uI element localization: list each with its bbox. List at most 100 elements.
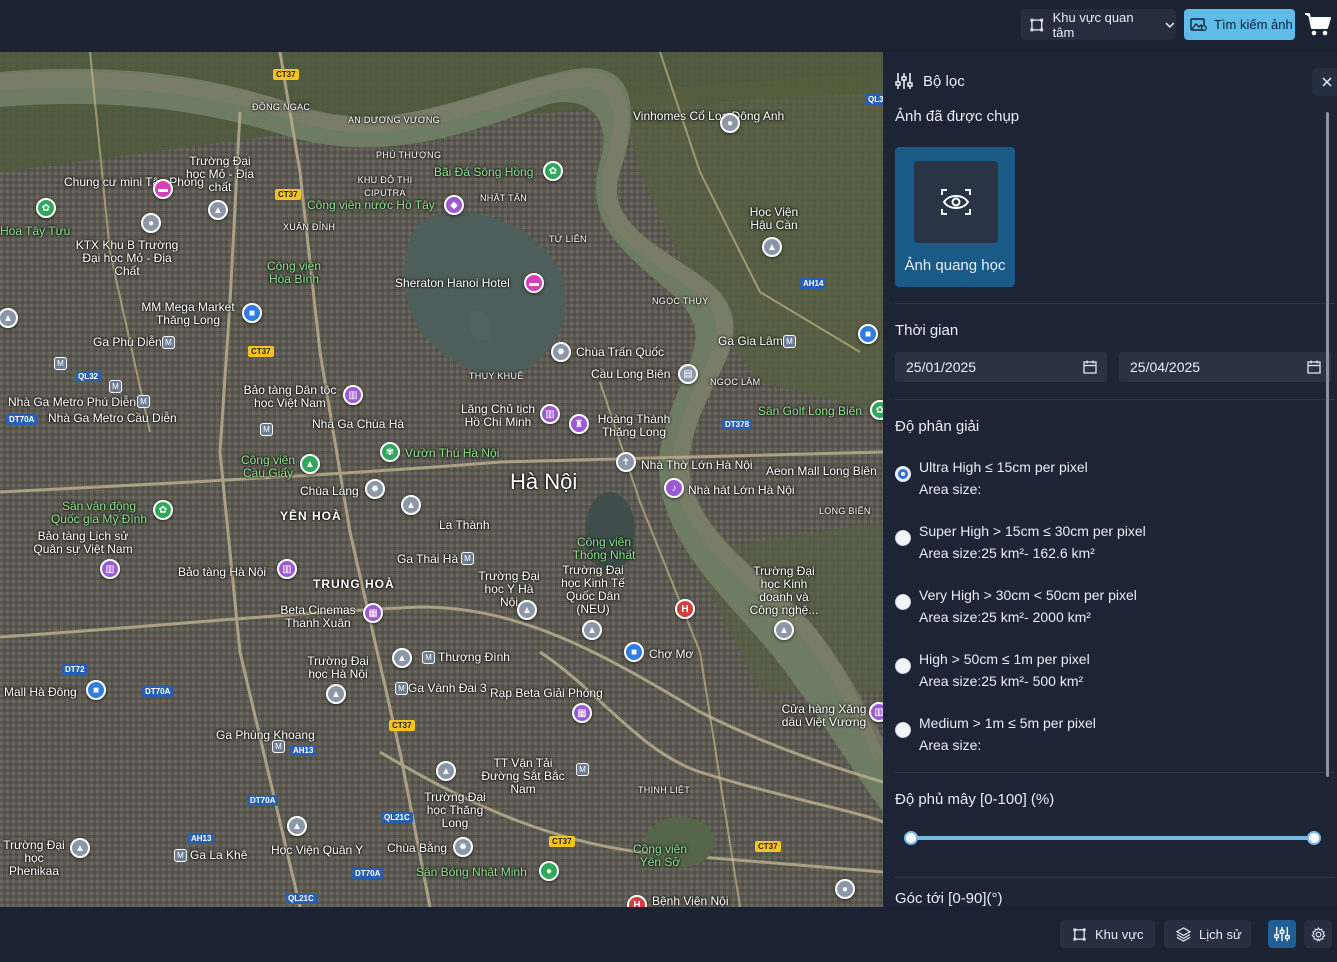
temple-pin-icon[interactable]: ✹ — [365, 479, 385, 499]
date-to-field[interactable]: 25/04/2025 — [1119, 352, 1331, 382]
resolution-radio[interactable] — [895, 594, 911, 610]
school-pin-icon[interactable]: ▲ — [517, 600, 537, 620]
school-pin-icon[interactable]: ▲ — [762, 237, 782, 257]
school-pin-icon[interactable]: ▲ — [208, 200, 228, 220]
zoo-pin-icon[interactable]: ✾ — [380, 442, 400, 462]
place-label: Vinhomes Cổ Loa Đông Anh — [633, 109, 785, 123]
filter-panel: Bộ lọc Ảnh đã được chụp Ảnh quang học Th… — [883, 52, 1337, 907]
theater-pin-icon[interactable]: ♪ — [664, 478, 684, 498]
resolution-radio[interactable] — [895, 722, 911, 738]
close-icon — [1322, 77, 1332, 87]
museum-pin-icon[interactable]: ▥ — [277, 559, 297, 579]
museum-pin-icon[interactable]: ▥ — [100, 559, 120, 579]
filter-toggle-button[interactable] — [1268, 920, 1296, 948]
metro-station-icon[interactable]: M — [783, 335, 796, 348]
temple-pin-icon[interactable]: ✹ — [453, 837, 473, 857]
cloud-cover-max-thumb[interactable] — [1307, 831, 1321, 845]
resolution-radio[interactable] — [895, 466, 911, 482]
metro-station-icon[interactable]: M — [461, 552, 474, 565]
metro-station-icon[interactable]: M — [54, 357, 67, 370]
district-label: AN DƯƠNG VƯƠNG — [348, 115, 441, 125]
panel-scrollbar[interactable] — [1326, 112, 1329, 777]
optical-image-option[interactable]: Ảnh quang học — [895, 147, 1015, 287]
layers-icon — [1176, 926, 1191, 942]
school-pin-icon[interactable]: ▲ — [774, 620, 794, 640]
attraction-pin-icon[interactable]: ♜ — [569, 414, 589, 434]
cinema-pin-icon[interactable]: ▦ — [572, 703, 592, 723]
calendar-icon — [1083, 360, 1097, 374]
place-label: Mall Hà Đông — [4, 685, 77, 699]
place-label: KTX Khu B Trường Đại học Mỏ - Địa Chất — [75, 238, 179, 278]
hospital-pin-icon[interactable]: H — [675, 599, 695, 619]
area-select-icon — [1030, 18, 1044, 31]
metro-station-icon[interactable]: M — [260, 423, 273, 436]
hotel-pin-icon[interactable]: ▬ — [153, 179, 173, 199]
map-pin[interactable]: ● — [141, 213, 161, 233]
resolution-name: Super High > 15cm ≤ 30cm per pixel — [919, 523, 1146, 539]
shopping-pin-icon[interactable]: ■ — [858, 324, 878, 344]
school-pin-icon[interactable]: ▲ — [392, 648, 412, 668]
history-button[interactable]: Lịch sử — [1164, 920, 1251, 948]
cinema-pin-icon[interactable]: ▦ — [363, 603, 383, 623]
metro-station-icon[interactable]: M — [422, 651, 435, 664]
cart-icon[interactable] — [1303, 9, 1333, 39]
school-pin-icon[interactable]: ▲ — [436, 761, 456, 781]
metro-station-icon[interactable]: M — [137, 395, 150, 408]
metro-station-icon[interactable]: M — [576, 763, 589, 776]
market-pin-icon[interactable]: ■ — [624, 642, 644, 662]
cloud-cover-slider-track[interactable] — [911, 836, 1314, 840]
settings-button[interactable] — [1304, 920, 1332, 948]
area-of-interest-dropdown[interactable]: Khu vực quan tâm — [1021, 9, 1176, 40]
cloud-cover-min-thumb[interactable] — [904, 831, 918, 845]
school-pin-icon[interactable]: ▲ — [70, 838, 90, 858]
hotel-pin-icon[interactable]: ▬ — [524, 273, 544, 293]
shopping-pin-icon[interactable]: ■ — [242, 303, 262, 323]
place-label: Công viên nước Hồ Tây — [307, 198, 435, 212]
sliders-icon — [1274, 926, 1290, 942]
metro-station-icon[interactable]: M — [395, 682, 408, 695]
temple-pin-icon[interactable]: ✹ — [551, 342, 571, 362]
date-from-field[interactable]: 25/01/2025 — [895, 352, 1107, 382]
area-button[interactable]: Khu vực — [1060, 920, 1155, 948]
sports-pin-icon[interactable]: ● — [539, 861, 559, 881]
metro-station-icon[interactable]: M — [162, 336, 175, 349]
resolution-radio[interactable] — [895, 530, 911, 546]
transit-pin-icon[interactable]: ▤ — [678, 364, 698, 384]
place-label: Hoa Tây Tựu — [0, 224, 71, 238]
museum-pin-icon[interactable]: ▥ — [540, 404, 560, 424]
metro-station-icon[interactable]: M — [174, 849, 187, 862]
metro-station-icon[interactable]: M — [272, 740, 285, 753]
resolution-name: Medium > 1m ≤ 5m per pixel — [919, 715, 1096, 731]
metro-station-icon[interactable]: M — [109, 380, 122, 393]
museum-pin-icon[interactable]: ▥ — [343, 385, 363, 405]
attraction-pin-icon[interactable]: ◆ — [444, 195, 464, 215]
place-label: Học Viện Quân Y — [271, 843, 364, 857]
satellite-map[interactable]: CT37 CT37 CT37 CT37 CT37 CT37 QL32 DT70A… — [0, 52, 883, 907]
park-pin-icon[interactable]: ✿ — [870, 400, 883, 420]
eye-scan-icon — [941, 189, 971, 215]
close-button[interactable] — [1312, 68, 1337, 96]
search-images-button[interactable]: Tìm kiếm ảnh — [1184, 9, 1295, 40]
school-pin-icon[interactable]: ▲ — [582, 620, 602, 640]
park-pin-icon[interactable]: ▲ — [300, 454, 320, 474]
cloud-cover-title: Độ phủ mây [0-100] (%) — [895, 791, 1055, 808]
stadium-pin-icon[interactable]: ✿ — [153, 500, 173, 520]
shopping-pin-icon[interactable]: ■ — [86, 680, 106, 700]
attraction-pin-icon[interactable]: ▥ — [869, 702, 883, 722]
church-pin-icon[interactable]: ✝ — [616, 452, 636, 472]
chevron-down-icon — [1165, 21, 1175, 28]
map-pin[interactable]: ● — [720, 113, 740, 133]
park-pin-icon[interactable]: ✿ — [36, 198, 56, 218]
park-pin-icon[interactable]: ✿ — [543, 161, 563, 181]
place-label: Công viên Hòa Bình — [266, 259, 322, 286]
resolution-area: Area size:25 km²- 2000 km² — [919, 609, 1091, 625]
school-pin-icon[interactable]: ▲ — [401, 495, 421, 515]
area-button-label: Khu vực — [1095, 926, 1144, 942]
road-shield-dt70a: DT70A — [142, 686, 174, 697]
map-pin[interactable]: ● — [835, 879, 855, 899]
place-label: Cửa hàng Xăng dầu Việt Vương — [781, 702, 867, 729]
resolution-radio[interactable] — [895, 658, 911, 674]
school-pin-icon[interactable]: ▲ — [287, 816, 307, 836]
school-pin-icon[interactable]: ▲ — [326, 684, 346, 704]
district-label: NHẬT TÂN — [480, 193, 528, 203]
